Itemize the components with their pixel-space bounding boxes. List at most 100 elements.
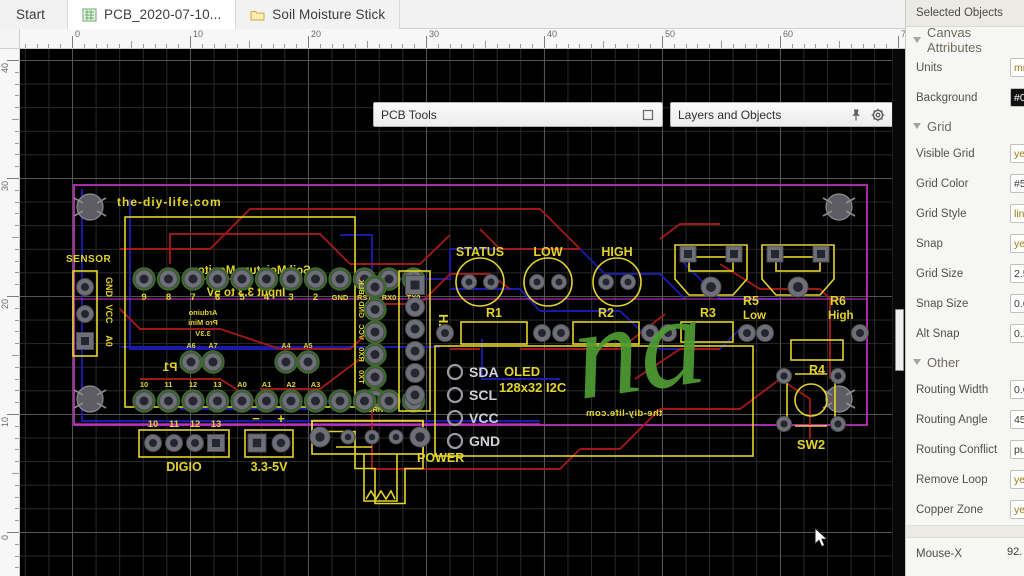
tab-bar: Start PCB_2020-07-10... Soil Moisture St… xyxy=(0,0,1024,29)
property-label: Copper Zone xyxy=(916,504,983,516)
svg-text:A7: A7 xyxy=(209,343,218,350)
svg-text:A5: A5 xyxy=(304,343,313,350)
svg-text:A6: A6 xyxy=(187,343,196,350)
scrollbar-thumb[interactable] xyxy=(895,309,904,371)
property-row[interactable]: Routing Angle 45 xyxy=(906,405,1024,435)
property-group-label: Canvas Attributes xyxy=(927,25,1024,55)
svg-text:12: 12 xyxy=(190,419,201,430)
property-row[interactable]: Snap Size 0.635 xyxy=(906,289,1024,319)
property-group-label: Other xyxy=(927,355,960,370)
svg-text:Low: Low xyxy=(743,310,766,322)
property-row[interactable]: Visible Grid yes xyxy=(906,139,1024,169)
property-group-label: Grid xyxy=(927,119,952,134)
pcb-canvas[interactable]: .silk { fill:none; stroke:#e3d42a; strok… xyxy=(20,49,905,576)
tab-pcb-file[interactable]: PCB_2020-07-10... xyxy=(67,0,236,29)
property-row[interactable]: Copper Zone yes xyxy=(906,495,1024,525)
svg-text:128x32 I2C: 128x32 I2C xyxy=(499,380,567,395)
svg-text:VCC: VCC xyxy=(469,410,499,426)
property-row[interactable]: Routing Width0.6 xyxy=(906,375,1024,405)
folder-icon xyxy=(250,8,265,22)
property-group-grid[interactable]: Grid xyxy=(906,113,1024,139)
collapse-triangle-icon[interactable] xyxy=(913,123,921,129)
maximize-icon[interactable] xyxy=(641,108,655,122)
svg-text:3: 3 xyxy=(288,292,293,303)
svg-text:3.3V: 3.3V xyxy=(195,329,210,338)
svg-text:Arduino: Arduino xyxy=(188,308,217,317)
svg-text:3.3-5V: 3.3-5V xyxy=(251,460,288,474)
property-row[interactable]: Snap yes xyxy=(906,229,1024,259)
svg-text:10: 10 xyxy=(148,419,159,430)
property-value-field[interactable]: yes xyxy=(1010,144,1024,163)
property-row[interactable]: Remove Loop yes xyxy=(906,465,1024,495)
tab-soil-moisture-stick[interactable]: Soil Moisture Stick xyxy=(236,0,400,29)
vertical-ruler[interactable]: 403020100 xyxy=(0,49,20,576)
svg-text:10: 10 xyxy=(140,380,148,389)
tab-start[interactable]: Start xyxy=(0,0,67,29)
property-value-field[interactable]: yes xyxy=(1010,470,1024,489)
property-value-field[interactable]: yes xyxy=(1010,500,1024,519)
svg-text:Pro Mini: Pro Mini xyxy=(188,318,218,327)
property-label: Grid Size xyxy=(916,268,963,280)
property-row[interactable]: Units mm xyxy=(906,53,1024,83)
svg-text:TX0: TX0 xyxy=(357,370,366,384)
property-value-field[interactable]: 45 xyxy=(1010,410,1024,429)
property-value-field[interactable]: yes xyxy=(1010,234,1024,253)
svg-text:HIGH: HIGH xyxy=(601,245,632,259)
property-value-field[interactable]: 2.54 xyxy=(1010,264,1024,283)
property-label: Snap xyxy=(916,238,943,250)
pcb-tools-title: PCB Tools xyxy=(381,108,633,122)
property-value-field[interactable]: #000000 xyxy=(1010,88,1024,107)
svg-text:−: − xyxy=(252,411,260,426)
svg-text:R3: R3 xyxy=(700,306,716,320)
property-group-other[interactable]: Other xyxy=(906,349,1024,375)
svg-text:7: 7 xyxy=(190,292,195,303)
property-value-field[interactable]: mm xyxy=(1010,58,1024,77)
property-value-field[interactable]: 0.635 xyxy=(1010,294,1024,313)
horizontal-ruler[interactable]: 0102030405060708090100 xyxy=(20,29,905,49)
collapse-triangle-icon[interactable] xyxy=(913,359,921,365)
svg-text:GND: GND xyxy=(104,277,114,298)
pcb-tools-panel-header[interactable]: PCB Tools xyxy=(373,102,663,127)
selected-objects-label: Selected Objects xyxy=(916,7,1003,19)
property-value-field[interactable]: push xyxy=(1010,440,1024,459)
property-label: Remove Loop xyxy=(916,474,988,486)
property-value-field[interactable]: 0.1 xyxy=(1010,324,1024,343)
property-label: Units xyxy=(916,62,942,74)
property-value-field[interactable]: lines xyxy=(1010,204,1024,223)
property-group-canvas-attributes[interactable]: Canvas Attributes xyxy=(906,27,1024,53)
gear-icon[interactable] xyxy=(871,108,885,122)
pcb-layout-graphic[interactable]: .silk { fill:none; stroke:#e3d42a; strok… xyxy=(20,49,905,576)
property-row[interactable]: Routing Conflict push xyxy=(906,435,1024,465)
property-label: Routing Conflict xyxy=(916,444,997,456)
svg-text:8: 8 xyxy=(166,292,171,303)
svg-text:13: 13 xyxy=(213,380,221,389)
svg-text:6: 6 xyxy=(215,292,220,303)
property-label: Snap Size xyxy=(916,298,968,310)
property-row[interactable]: Background#000000 xyxy=(906,83,1024,113)
watermark-text: na xyxy=(564,267,713,428)
property-row[interactable]: Grid Color #545454 xyxy=(906,169,1024,199)
status-mouse-x: Mouse-X92. xyxy=(906,537,1024,569)
collapse-triangle-icon[interactable] xyxy=(913,37,921,43)
layers-objects-panel-header[interactable]: Layers and Objects xyxy=(670,102,905,127)
svg-text:VCC: VCC xyxy=(357,324,366,340)
svg-text:11: 11 xyxy=(169,419,180,430)
property-label: Grid Color xyxy=(916,178,968,190)
properties-panel[interactable]: Selected Objects Canvas Attributes Units m… xyxy=(905,0,1024,576)
svg-text:VCC: VCC xyxy=(104,304,114,324)
property-row[interactable]: Grid Size 2.54 xyxy=(906,259,1024,289)
property-label: Routing Angle xyxy=(916,414,988,426)
property-value-field[interactable]: 0.6 xyxy=(1010,380,1024,399)
svg-text:12: 12 xyxy=(189,380,197,389)
property-label: Visible Grid xyxy=(916,148,975,160)
pin-icon[interactable] xyxy=(849,108,863,122)
svg-text:P1: P1 xyxy=(162,360,177,374)
svg-text:GND: GND xyxy=(332,293,349,302)
property-value-field[interactable]: #545454 xyxy=(1010,174,1024,193)
property-row[interactable]: Alt Snap0.1 xyxy=(906,319,1024,349)
status-label: Mouse-X xyxy=(916,548,962,560)
property-row[interactable]: Grid Stylelines xyxy=(906,199,1024,229)
svg-text:RX0: RX0 xyxy=(357,347,366,362)
canvas-vertical-scrollbar[interactable] xyxy=(892,49,905,576)
svg-text:R4: R4 xyxy=(809,363,825,377)
